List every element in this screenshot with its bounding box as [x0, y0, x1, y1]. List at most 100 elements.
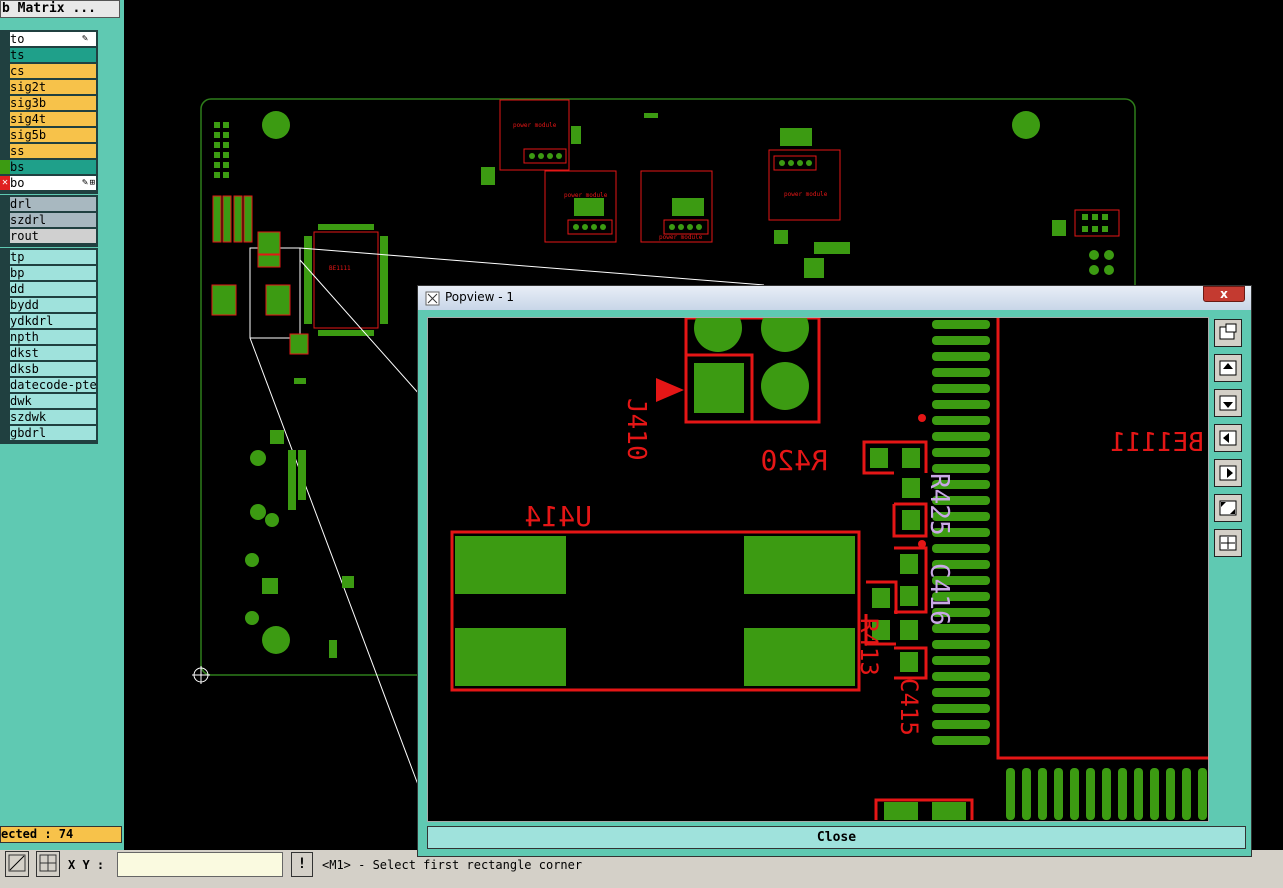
pan-right-icon [1219, 465, 1237, 481]
zoom-window-button[interactable] [1214, 319, 1242, 347]
layer-row-bo[interactable]: ✕ bo ✎ ⊞ [0, 176, 96, 190]
svg-text:power module: power module [564, 192, 608, 199]
layer-name: sig4t [10, 112, 96, 126]
layer-row-bydd[interactable]: bydd [0, 298, 96, 312]
edit-icon: ✎ [81, 177, 88, 188]
layer-row-dd[interactable]: dd [0, 282, 96, 296]
matrix-title[interactable]: b Matrix ... [0, 0, 120, 18]
layer-group-drill: drl szdrl rout [0, 195, 98, 247]
qfp-pins [304, 224, 388, 336]
layer-name: sig2t [10, 80, 96, 94]
layer-name: bp [10, 266, 96, 280]
layer-group-misc: tp bp dd bydd ydkdrl npth dkst dksb date… [0, 248, 98, 444]
layer-row-rout[interactable]: rout [0, 229, 96, 243]
label-r425: R425 [924, 473, 954, 536]
layer-swatch [0, 160, 10, 174]
svg-text:power module: power module [659, 234, 703, 241]
layer-name: npth [10, 330, 96, 344]
layer-name: ts [10, 48, 96, 62]
layer-row-szdwk[interactable]: szdwk [0, 410, 96, 424]
svg-text:BE1111: BE1111 [329, 265, 351, 272]
origin-marker [192, 666, 210, 684]
label-r420: R420 [761, 444, 828, 477]
qfp-chip [313, 231, 379, 329]
layer-row-ss[interactable]: ss [0, 144, 96, 158]
mounting-hole [262, 626, 290, 654]
snap-tool-button[interactable] [5, 851, 29, 877]
layer-name: ss [10, 144, 96, 158]
layer-name: dksb [10, 362, 96, 376]
active-layer-icon: ✕ [0, 176, 10, 190]
layer-row-sig4t[interactable]: sig4t [0, 112, 96, 126]
layer-row-tp[interactable]: tp [0, 250, 96, 264]
layer-name: sig3b [10, 96, 96, 110]
pan-up-button[interactable] [1214, 354, 1242, 382]
label-c416: C416 [924, 563, 954, 626]
pan-left-icon [1219, 430, 1237, 446]
layer-row-sig3b[interactable]: sig3b [0, 96, 96, 110]
grid-icon: ⊞ [89, 178, 95, 188]
layer-name: rout [10, 229, 96, 243]
xy-input[interactable] [117, 852, 283, 877]
pin-row-bottom [1006, 768, 1207, 820]
layer-row-npth[interactable]: npth [0, 330, 96, 344]
mounting-hole [1012, 111, 1040, 139]
grid-icon [39, 854, 57, 872]
layer-name: dwk [10, 394, 96, 408]
zoom-out-icon [1219, 500, 1237, 516]
layer-name: cs [10, 64, 96, 78]
popview-zoom-view[interactable]: J410 R420 BE1111 U414 R425 C416 R413 C41… [427, 317, 1209, 822]
layer-row-to[interactable]: to ✎ [0, 32, 96, 46]
pan-up-icon [1219, 360, 1237, 376]
label-be1111: BE1111 [1110, 428, 1204, 458]
pan-down-button[interactable] [1214, 389, 1242, 417]
layer-group-signal: to ✎ ts cs sig2t sig3b sig4t sig5b ss bs … [0, 30, 98, 194]
layer-name: ydkdrl [10, 314, 96, 328]
svg-text:power module: power module [513, 122, 557, 129]
layer-name: dd [10, 282, 96, 296]
layer-name: drl [10, 197, 96, 211]
popview-title: Popview - 1 [445, 290, 514, 304]
layer-row-gbdrl[interactable]: gbdrl [0, 426, 96, 440]
edit-icon: ✎ [81, 33, 88, 44]
pan-right-button[interactable] [1214, 459, 1242, 487]
layer-row-sig2t[interactable]: sig2t [0, 80, 96, 94]
popview-titlebar[interactable]: Popview - 1 x [418, 286, 1251, 310]
pad-column-left [214, 122, 229, 178]
layer-row-datecode-pte[interactable]: datecode-pte [0, 378, 96, 392]
fit-view-icon [1219, 535, 1237, 551]
selected-count: ected : 74 [0, 826, 122, 843]
status-prompt: <M1> - Select first rectangle corner [322, 858, 583, 872]
layer-row-bp[interactable]: bp [0, 266, 96, 280]
layer-name: bydd [10, 298, 96, 312]
svg-text:power module: power module [784, 191, 828, 198]
layer-name: bs [10, 160, 96, 174]
fit-view-button[interactable] [1214, 529, 1242, 557]
label-j410: J410 [621, 398, 651, 461]
layer-row-dkst[interactable]: dkst [0, 346, 96, 360]
label-r413: R413 [855, 618, 883, 676]
layer-row-dksb[interactable]: dksb [0, 362, 96, 376]
layer-name: szdrl [10, 213, 96, 227]
layer-matrix-panel: b Matrix ... to ✎ ts cs sig2t sig3b sig4t… [0, 0, 124, 850]
label-c415: C415 [895, 678, 923, 736]
window-close-button[interactable]: x [1203, 286, 1245, 302]
warning-button[interactable]: ! [291, 852, 313, 877]
layer-row-ts[interactable]: ts [0, 48, 96, 62]
layer-row-szdrl[interactable]: szdrl [0, 213, 96, 227]
grid-tool-button[interactable] [36, 851, 60, 877]
layer-row-cs[interactable]: cs [0, 64, 96, 78]
layer-name: datecode-pte [10, 378, 96, 392]
zoom-out-button[interactable] [1214, 494, 1242, 522]
layer-row-dwk[interactable]: dwk [0, 394, 96, 408]
layer-row-drl[interactable]: drl [0, 197, 96, 211]
pan-left-button[interactable] [1214, 424, 1242, 452]
layer-row-sig5b[interactable]: sig5b [0, 128, 96, 142]
layer-name: sig5b [10, 128, 96, 142]
mounting-hole [262, 111, 290, 139]
popview-close-button[interactable]: Close [427, 826, 1246, 849]
zoom-window-icon [1219, 323, 1237, 340]
layer-row-ydkdrl[interactable]: ydkdrl [0, 314, 96, 328]
popview-window: Popview - 1 x J410 R420 BE1111 U414 R425… [417, 285, 1252, 857]
layer-row-bs[interactable]: bs [0, 160, 96, 174]
